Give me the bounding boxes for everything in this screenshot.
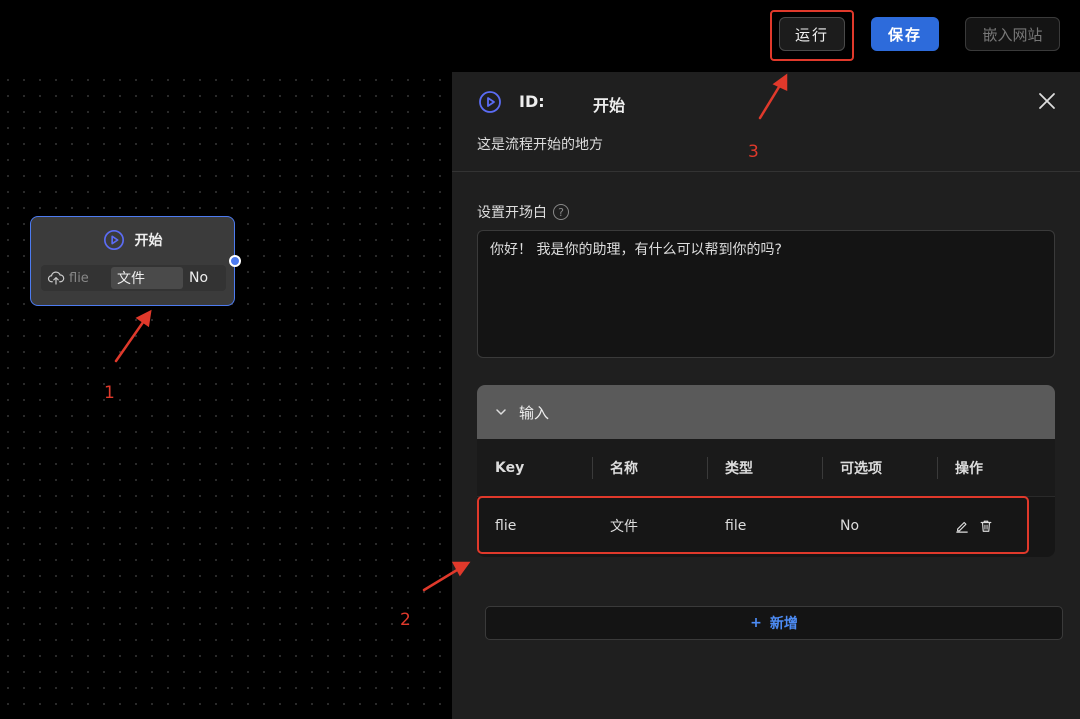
inputs-collapse-header[interactable]: 输入: [477, 385, 1055, 439]
greeting-textarea[interactable]: 你好！ 我是你的助理，有什么可以帮到你的吗?: [477, 230, 1055, 358]
embed-website-button[interactable]: 嵌入网站: [965, 17, 1060, 51]
close-icon[interactable]: [1038, 92, 1056, 110]
node-row-key: flie: [69, 270, 89, 286]
node-input-row: flie 文件 No: [41, 265, 226, 291]
annotation-box-run: [770, 10, 854, 61]
node-row-type: 文件: [111, 267, 183, 289]
chevron-down-icon: [496, 409, 506, 415]
column-header-name: 名称: [592, 439, 707, 497]
play-circle-icon: [479, 91, 501, 113]
add-input-button[interactable]: + 新增: [485, 606, 1063, 640]
node-row-optional: No: [189, 270, 209, 286]
add-input-label: 新增: [769, 616, 798, 632]
cloud-upload-icon: [47, 271, 65, 285]
start-node[interactable]: 开始 flie 文件 No: [30, 216, 235, 306]
play-circle-icon: [103, 230, 124, 250]
annotation-number-2: 2: [400, 610, 411, 630]
node-output-handle[interactable]: [229, 255, 241, 267]
annotation-number-1: 1: [104, 383, 115, 403]
top-toolbar: 运行 保存 嵌入网站: [0, 0, 1080, 72]
plus-icon: +: [750, 615, 762, 631]
inputs-table-header: Key 名称 类型 可选项 操作: [477, 439, 1055, 497]
greeting-section-label: 设置开场白 ?: [477, 202, 569, 222]
flow-canvas[interactable]: [0, 72, 452, 719]
node-title: 开始: [31, 229, 234, 251]
node-title-text: 开始: [134, 233, 163, 249]
annotation-box-row: [477, 496, 1029, 554]
column-header-actions: 操作: [937, 439, 1052, 497]
save-button[interactable]: 保存: [871, 17, 939, 51]
node-settings-panel: ID: 开始 这是流程开始的地方 设置开场白 ? 你好！ 我是你的助理，有什么可…: [452, 72, 1080, 719]
node-description[interactable]: 这是流程开始的地方: [477, 134, 603, 154]
column-header-type: 类型: [707, 439, 822, 497]
panel-header: ID: 开始 这是流程开始的地方: [452, 72, 1080, 172]
column-header-key: Key: [495, 459, 525, 476]
node-name-field[interactable]: 开始: [593, 92, 625, 116]
inputs-title: 输入: [519, 403, 550, 422]
annotation-number-3: 3: [748, 142, 759, 162]
node-id-label: ID:: [519, 92, 545, 111]
help-icon[interactable]: ?: [553, 204, 569, 220]
column-header-optional: 可选项: [822, 439, 937, 497]
greeting-label-text: 设置开场白: [477, 205, 547, 221]
